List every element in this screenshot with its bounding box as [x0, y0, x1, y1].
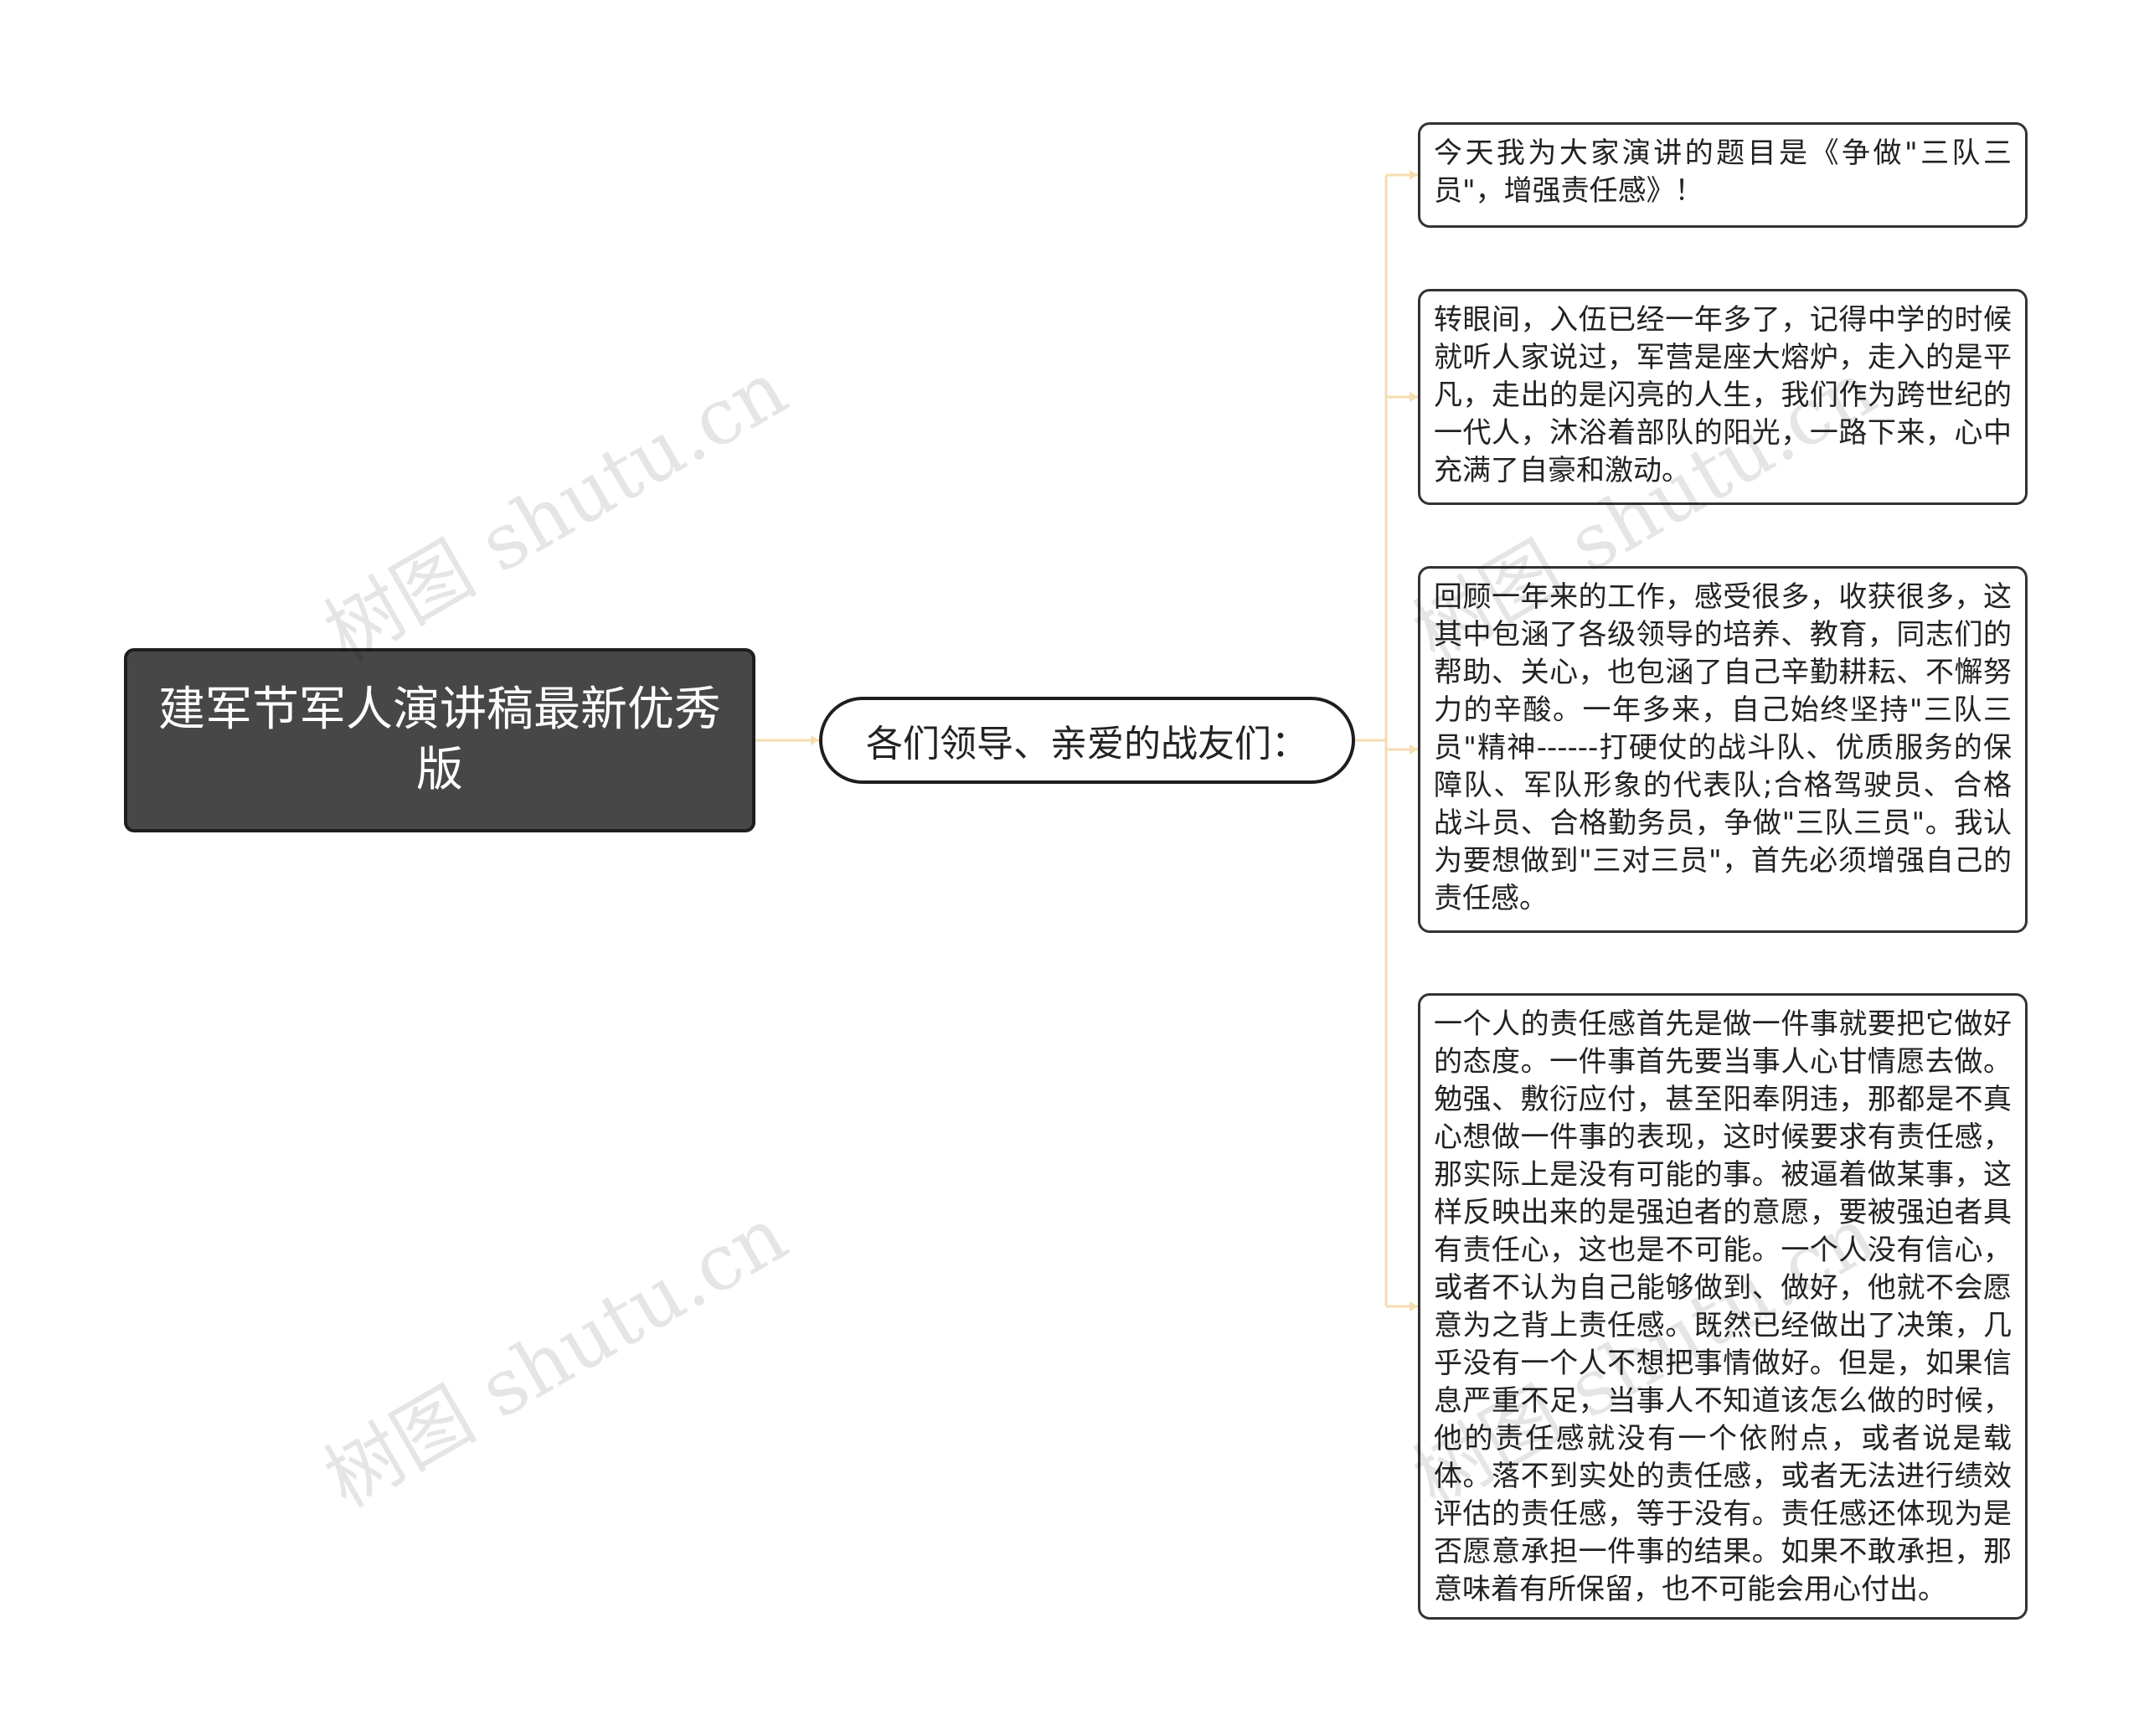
leaf-topic-text: 一个人的责任感首先是做一件事就要把它做好的态度。一件事首先要当事人心甘情愿去做。… [1434, 1007, 2012, 1606]
leaf-topic-text: 回顾一年来的工作，感受很多，收获很多，这其中包涵了各级领导的培养、教育，同志们的… [1434, 580, 2012, 915]
leaf-topic-node[interactable]: 一个人的责任感首先是做一件事就要把它做好的态度。一件事首先要当事人心甘情愿去做。… [1418, 993, 2028, 1620]
leaf-topic-text: 转眼间，入伍已经一年多了，记得中学的时候就听人家说过，军营是座大熔炉，走入的是平… [1434, 303, 2012, 487]
leaf-1-arrow [1410, 170, 1418, 180]
leaf-topic-node[interactable]: 今天我为大家演讲的题目是《争做"三队三员"，增强责任感》！ [1418, 122, 2028, 228]
root-to-branch-arrow [811, 735, 819, 745]
branch-topic-node[interactable]: 各们领导、亲爱的战友们： [819, 697, 1355, 784]
leaf-topic-node[interactable]: 转眼间，入伍已经一年多了，记得中学的时候就听人家说过，军营是座大熔炉，走入的是平… [1418, 289, 2028, 505]
branch-topic-label: 各们领导、亲爱的战友们： [866, 723, 1308, 765]
leaf-2-arrow [1410, 392, 1418, 402]
mindmap-canvas: 建军节军人演讲稿最新优秀版 各们领导、亲爱的战友们： 今天我为大家演讲的题目是《… [0, 0, 2144, 1736]
leaf-topic-node[interactable]: 回顾一年来的工作，感受很多，收获很多，这其中包涵了各级领导的培养、教育，同志们的… [1418, 566, 2028, 933]
leaf-3-arrow [1410, 744, 1418, 755]
root-topic-node[interactable]: 建军节军人演讲稿最新优秀版 [124, 648, 755, 832]
root-topic-label: 建军节军人演讲稿最新优秀版 [158, 683, 721, 797]
leaf-4-arrow [1410, 1301, 1418, 1311]
leaf-topic-text: 今天我为大家演讲的题目是《争做"三队三员"，增强责任感》！ [1434, 137, 2012, 208]
branch-trunk-connector [1355, 175, 1388, 1306]
